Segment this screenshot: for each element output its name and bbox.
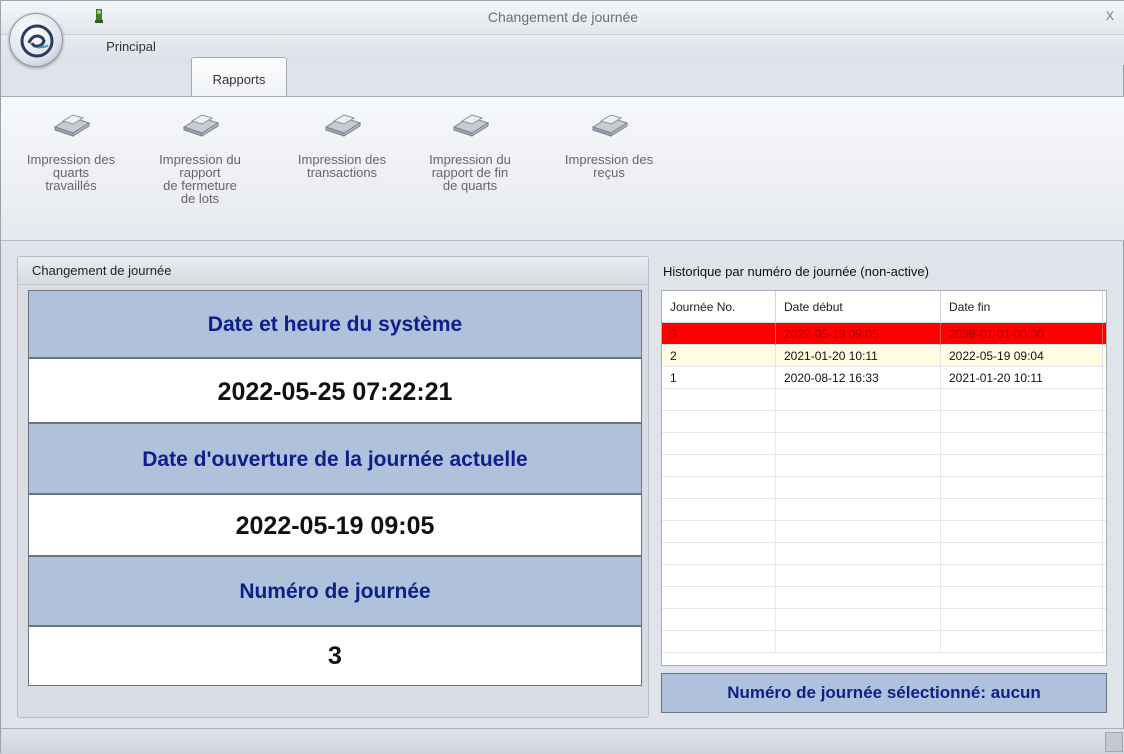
history-grid[interactable]: Journée No. Date début Date fin 3 2022-0… bbox=[661, 290, 1107, 666]
print-end-of-shift-report-button[interactable]: Impression du rapport de fin de quarts bbox=[417, 109, 523, 192]
empty-row bbox=[662, 543, 1106, 565]
cell-end: 2099-01-01 00:00 bbox=[941, 323, 1103, 345]
cell-start: 2020-08-12 16:33 bbox=[776, 367, 941, 389]
printer-icon bbox=[182, 114, 220, 137]
selected-day-status: Numéro de journée sélectionné: aucun bbox=[661, 673, 1107, 713]
cell-day-no: 1 bbox=[662, 367, 776, 389]
ribbon-label-line: reçus bbox=[593, 165, 625, 180]
cell-day-no: 3 bbox=[662, 323, 776, 345]
print-receipts-button[interactable]: Impression des reçus bbox=[547, 109, 671, 179]
window-title: Changement de journée bbox=[487, 9, 639, 25]
tab-principal[interactable]: Principal bbox=[87, 29, 175, 59]
empty-row bbox=[662, 389, 1106, 411]
cell-start: 2021-01-20 10:11 bbox=[776, 345, 941, 367]
empty-row bbox=[662, 499, 1106, 521]
app-logo-icon bbox=[20, 24, 54, 58]
empty-row bbox=[662, 565, 1106, 587]
print-worked-shifts-button[interactable]: Impression des quarts travaillés bbox=[21, 109, 121, 192]
empty-row bbox=[662, 631, 1106, 653]
cell-end: 2021-01-20 10:11 bbox=[941, 367, 1103, 389]
printer-icon bbox=[591, 114, 629, 137]
day-number-label: Numéro de journée bbox=[28, 556, 642, 626]
table-row[interactable]: 3 2022-05-19 09:05 2099-01-01 00:00 bbox=[662, 323, 1106, 345]
cell-end: 2022-05-19 09:04 bbox=[941, 345, 1103, 367]
print-lot-closing-report-button[interactable]: Impression du rapport de fermeture de lo… bbox=[153, 109, 247, 205]
ribbon-label-line: transactions bbox=[306, 165, 378, 180]
column-header-end[interactable]: Date fin bbox=[941, 291, 1103, 323]
day-number-value: 3 bbox=[28, 626, 642, 686]
panel-header: Changement de journée bbox=[18, 257, 648, 285]
column-header-day-no[interactable]: Journée No. bbox=[662, 291, 776, 323]
app-window: Changement de journée x Principal Rappor… bbox=[0, 0, 1124, 754]
ribbon-label-line: de quarts bbox=[442, 178, 498, 193]
ribbon-label-line: de lots bbox=[180, 191, 220, 206]
cell-start: 2022-05-19 09:05 bbox=[776, 323, 941, 345]
empty-row bbox=[662, 477, 1106, 499]
system-date-label: Date et heure du système bbox=[28, 290, 642, 358]
status-bar bbox=[1, 728, 1124, 754]
opening-date-label: Date d'ouverture de la journée actuelle bbox=[28, 423, 642, 494]
close-button[interactable]: x bbox=[1101, 7, 1119, 27]
ribbon-panel: Impression des quarts travaillés Impress… bbox=[1, 96, 1124, 241]
history-panel: Historique par numéro de journée (non-ac… bbox=[657, 248, 1124, 718]
tab-rapports[interactable]: Rapports bbox=[191, 57, 287, 97]
opening-date-value: 2022-05-19 09:05 bbox=[28, 494, 642, 556]
table-row[interactable]: 2 2021-01-20 10:11 2022-05-19 09:04 bbox=[662, 345, 1106, 367]
cell-day-no: 2 bbox=[662, 345, 776, 367]
printer-icon bbox=[452, 114, 490, 137]
ribbon-label-line: travaillés bbox=[45, 178, 97, 193]
printer-icon bbox=[53, 114, 91, 137]
empty-row bbox=[662, 411, 1106, 433]
empty-row bbox=[662, 609, 1106, 631]
history-title: Historique par numéro de journée (non-ac… bbox=[663, 264, 929, 279]
empty-row bbox=[662, 433, 1106, 455]
column-header-start[interactable]: Date début bbox=[776, 291, 941, 323]
day-change-panel: Changement de journée Date et heure du s… bbox=[17, 256, 649, 718]
empty-row bbox=[662, 521, 1106, 543]
system-date-value: 2022-05-25 07:22:21 bbox=[28, 358, 642, 423]
grid-header-row: Journée No. Date début Date fin bbox=[662, 291, 1106, 323]
printer-icon bbox=[324, 114, 362, 137]
print-transactions-button[interactable]: Impression des transactions bbox=[283, 109, 401, 179]
empty-row bbox=[662, 587, 1106, 609]
table-row[interactable]: 1 2020-08-12 16:33 2021-01-20 10:11 bbox=[662, 367, 1106, 389]
resize-grip[interactable] bbox=[1105, 732, 1123, 752]
empty-row bbox=[662, 455, 1106, 477]
application-menu-button[interactable] bbox=[9, 13, 63, 67]
